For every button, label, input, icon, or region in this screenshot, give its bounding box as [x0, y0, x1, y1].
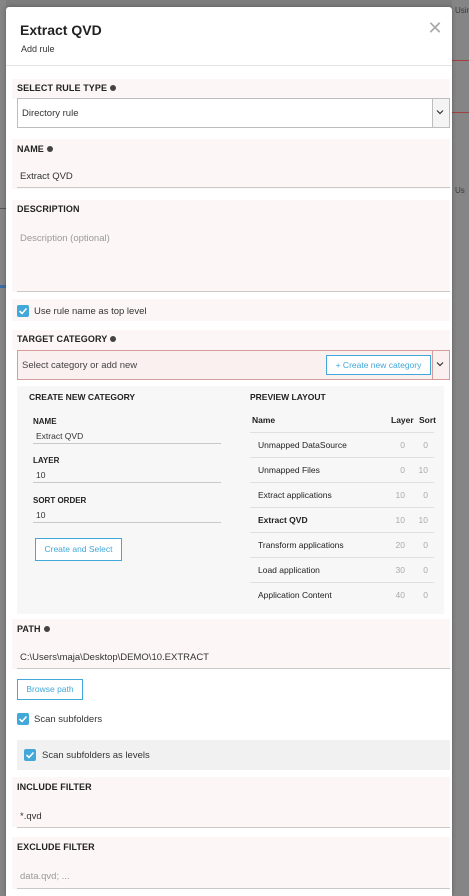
checkmark-icon [18, 715, 28, 723]
chevron-down-icon [436, 362, 444, 367]
row-layer: 40 [395, 590, 405, 600]
row-layer: 0 [400, 440, 405, 450]
checkmark-icon [18, 307, 28, 315]
browse-path-button[interactable]: Browse path [17, 679, 83, 700]
include-filter-input[interactable]: *.qvd [17, 805, 450, 828]
description-textarea[interactable]: Description (optional) [17, 225, 450, 292]
column-header-sort: Sort [419, 415, 436, 425]
scan-subfolders-checkbox[interactable] [17, 713, 29, 725]
row-sort: 0 [423, 540, 428, 550]
column-header-name: Name [252, 415, 276, 425]
target-category-placeholder: Select category or add new [22, 360, 138, 371]
row-layer: 30 [395, 565, 405, 575]
preview-table: Name Layer Sort Unmapped DataSource 0 0 … [250, 410, 436, 607]
table-row-current: Extract QVD 10 10 [250, 507, 434, 532]
category-name-input[interactable]: Extract QVD [33, 430, 221, 444]
row-sort: 10 [418, 465, 428, 475]
scan-subfolders-label: Scan subfolders [34, 714, 103, 725]
name-input[interactable]: Extract QVD [17, 166, 450, 188]
table-row: Transform applications 20 0 [250, 532, 434, 557]
row-layer: 10 [395, 490, 405, 500]
required-icon [43, 625, 50, 632]
rule-type-value: Directory rule [22, 108, 79, 119]
modal-subtitle: Add rule [21, 44, 55, 54]
row-layer: 10 [395, 515, 405, 525]
table-row: Load application 30 0 [250, 557, 434, 582]
category-sort-label: SORT ORDER [33, 496, 87, 505]
background-divider [452, 112, 469, 113]
target-category-label: TARGET CATEGORY [17, 334, 117, 344]
path-input[interactable]: C:\Users\maja\Desktop\DEMO\10.EXTRACT [17, 646, 450, 669]
row-name: Application Content [258, 590, 332, 600]
scan-levels-label: Scan subfolders as levels [42, 750, 150, 761]
background-right-strip: Usin Us [452, 0, 469, 896]
close-icon[interactable]: ✕ [426, 19, 444, 37]
row-name: Transform applications [258, 540, 344, 550]
modal-title: Extract QVD [20, 22, 102, 38]
rule-type-dropdown-button[interactable] [432, 99, 449, 127]
target-category-dropdown-button[interactable] [432, 351, 449, 379]
add-rule-modal: Extract QVD Add rule ✕ SELECT RULE TYPE … [6, 7, 452, 896]
use-rule-name-label: Use rule name as top level [34, 306, 147, 317]
row-sort: 10 [418, 515, 428, 525]
description-label: DESCRIPTION [17, 204, 80, 214]
row-layer: 20 [395, 540, 405, 550]
include-filter-label: INCLUDE FILTER [17, 782, 92, 792]
table-row: Unmapped Files 0 10 [250, 457, 434, 482]
create-category-heading: CREATE NEW CATEGORY [29, 392, 136, 402]
category-name-label: NAME [33, 417, 57, 426]
background-text: Usin [455, 6, 469, 15]
exclude-filter-input[interactable]: data.qvd; ... [17, 865, 450, 889]
row-name: Unmapped DataSource [258, 440, 347, 450]
background-divider [452, 60, 469, 61]
row-sort: 0 [423, 590, 428, 600]
category-layer-label: LAYER [33, 456, 60, 465]
required-icon [110, 84, 117, 91]
target-category-select[interactable]: Select category or add new + Create new … [17, 350, 450, 380]
create-category-panel: CREATE NEW CATEGORY NAME Extract QVD LAY… [17, 386, 444, 614]
table-row: Unmapped DataSource 0 0 [250, 432, 434, 457]
rule-type-label: SELECT RULE TYPE [17, 83, 117, 93]
required-icon [46, 145, 53, 152]
chevron-down-icon [436, 110, 444, 115]
column-header-layer: Layer [391, 415, 414, 425]
row-sort: 0 [423, 440, 428, 450]
preview-table-header: Name Layer Sort [250, 410, 436, 432]
background-text: Us [455, 186, 465, 195]
table-row: Extract applications 10 0 [250, 482, 434, 507]
create-and-select-button[interactable]: Create and Select [35, 538, 122, 561]
name-label: NAME [17, 144, 53, 154]
table-row: Application Content 40 0 [250, 582, 434, 607]
checkmark-icon [25, 751, 35, 759]
exclude-filter-label: EXCLUDE FILTER [17, 842, 95, 852]
row-name: Unmapped Files [258, 465, 320, 475]
modal-header: Extract QVD Add rule ✕ [6, 7, 452, 66]
rule-type-select[interactable]: Directory rule [17, 98, 450, 128]
row-sort: 0 [423, 490, 428, 500]
row-name: Extract applications [258, 490, 332, 500]
row-name: Load application [258, 565, 320, 575]
scan-levels-checkbox[interactable] [24, 749, 36, 761]
category-sort-input[interactable]: 10 [33, 509, 221, 523]
preview-layout-heading: PREVIEW LAYOUT [250, 392, 326, 402]
create-new-category-button[interactable]: + Create new category [326, 355, 431, 375]
row-layer: 0 [400, 465, 405, 475]
use-rule-name-checkbox[interactable] [17, 305, 29, 317]
required-icon [110, 335, 117, 342]
row-name: Extract QVD [258, 515, 308, 525]
category-layer-input[interactable]: 10 [33, 469, 221, 483]
path-label: PATH [17, 624, 50, 634]
row-sort: 0 [423, 565, 428, 575]
